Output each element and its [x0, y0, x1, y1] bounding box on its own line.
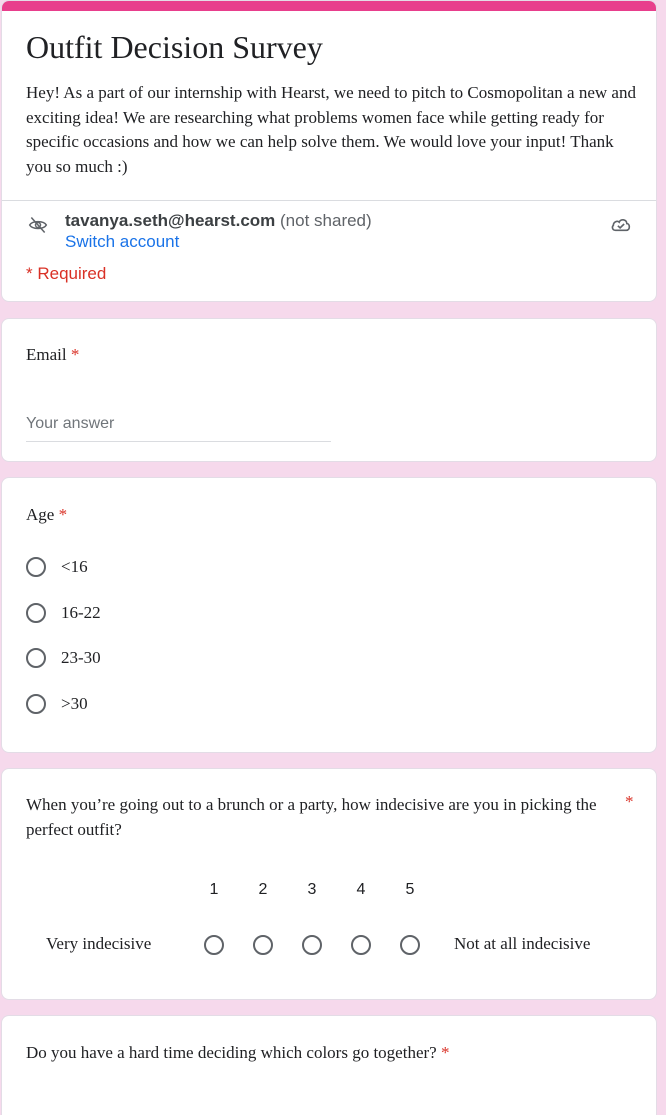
scale-number-1: 1	[209, 881, 219, 898]
divider	[2, 200, 656, 201]
scale-low-label: Very indecisive	[46, 934, 152, 953]
age-option-23-30[interactable]: 23-30	[26, 648, 101, 668]
scale-number-4: 4	[356, 881, 366, 898]
scale-radio-2[interactable]	[253, 935, 273, 955]
form-description: Hey! As a part of our internship with He…	[26, 83, 636, 176]
required-star: *	[440, 1043, 450, 1062]
age-option-over-30[interactable]: >30	[26, 694, 88, 714]
scale-radio-1[interactable]	[204, 935, 224, 955]
question-email-label: Email	[26, 345, 67, 364]
question-indecisive-card: When you’re going out to a brunch or a p…	[1, 768, 657, 1000]
question-indecisive-label: When you’re going out to a brunch or a p…	[26, 795, 597, 839]
required-star: *	[70, 345, 80, 364]
eye-off-icon	[28, 217, 48, 233]
scale-number-2: 2	[258, 881, 268, 898]
account-email-address: tavanya.seth@hearst.com	[65, 211, 276, 230]
radio-button[interactable]	[26, 648, 46, 668]
accent-stripe	[2, 1, 656, 11]
scale-radio-3[interactable]	[302, 935, 322, 955]
age-option-label: 23-30	[61, 648, 101, 667]
cloud-check-icon	[611, 219, 631, 232]
age-option-label: >30	[61, 694, 88, 713]
account-email: tavanya.seth@hearst.com (not shared)	[65, 211, 372, 231]
age-option-label: 16-22	[61, 603, 101, 622]
required-note: * Required	[26, 264, 107, 283]
required-star: *	[58, 505, 68, 524]
age-option-16-22[interactable]: 16-22	[26, 603, 101, 623]
form-title: Outfit Decision Survey	[26, 29, 323, 65]
question-email-title: Email *	[26, 345, 79, 365]
age-option-label: <16	[61, 557, 88, 576]
radio-button[interactable]	[26, 694, 46, 714]
radio-button[interactable]	[26, 557, 46, 577]
question-colors-card: Do you have a hard time deciding which c…	[1, 1015, 657, 1115]
question-email-card: Email *	[1, 318, 657, 462]
email-input[interactable]	[26, 411, 331, 442]
age-option-under-16[interactable]: <16	[26, 557, 88, 577]
scale-number-3: 3	[307, 881, 317, 898]
question-colors-title: Do you have a hard time deciding which c…	[26, 1043, 449, 1063]
switch-account-link[interactable]: Switch account	[65, 232, 179, 252]
question-age-label: Age	[26, 505, 55, 524]
scale-number-5: 5	[405, 881, 415, 898]
question-age-card: Age * <16 16-22 23-30 >30	[1, 477, 657, 753]
question-colors-label: Do you have a hard time deciding which c…	[26, 1043, 437, 1062]
radio-button[interactable]	[26, 603, 46, 623]
scale-radio-5[interactable]	[400, 935, 420, 955]
required-star: *	[625, 792, 634, 811]
scale-high-label: Not at all indecisive	[454, 934, 591, 953]
not-shared-note: (not shared)	[280, 211, 372, 230]
question-age-title: Age *	[26, 505, 67, 525]
form-header-card: Outfit Decision Survey Hey! As a part of…	[1, 0, 657, 302]
scale-radio-4[interactable]	[351, 935, 371, 955]
